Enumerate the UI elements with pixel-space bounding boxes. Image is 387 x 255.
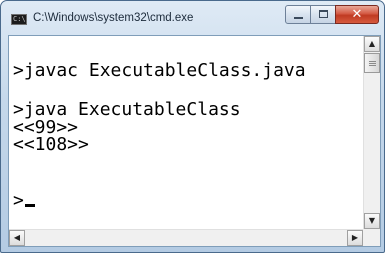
minimize-icon <box>294 17 303 19</box>
scroll-right-button[interactable]: ▶ <box>347 230 363 246</box>
scrollbar-corner <box>363 229 380 246</box>
console-line: <<108>> <box>13 134 89 155</box>
text-cursor <box>24 204 35 207</box>
grip-line <box>369 65 376 66</box>
minimize-button[interactable] <box>285 5 311 24</box>
console-line: >javac ExecutableClass.java <box>13 60 306 81</box>
scroll-down-button[interactable]: ▼ <box>364 213 380 229</box>
console-prompt-line: > <box>13 190 35 211</box>
vertical-scroll-thumb[interactable] <box>364 53 380 73</box>
window-title: C:\Windows\system32\cmd.exe <box>33 12 194 24</box>
console-area[interactable]: >javac ExecutableClass.java >java Execut… <box>8 35 381 247</box>
scroll-left-button[interactable]: ◀ <box>9 230 25 246</box>
close-button[interactable]: ✕ <box>335 5 379 24</box>
console-line: >java ExecutableClass <box>13 99 241 120</box>
cmd-app-icon-label: C:\ <box>13 15 26 23</box>
maximize-icon <box>319 10 328 18</box>
grip-line <box>369 63 376 64</box>
scroll-left-icon: ◀ <box>13 233 21 242</box>
title-bar[interactable]: C:\ C:\Windows\system32\cmd.exe ✕ <box>1 1 384 35</box>
scroll-up-icon: ▲ <box>368 39 376 48</box>
cmd-app-icon[interactable]: C:\ <box>11 14 27 25</box>
maximize-button[interactable] <box>310 5 336 24</box>
grip-line <box>369 61 376 62</box>
scroll-down-icon: ▼ <box>368 216 376 225</box>
console-output[interactable]: >javac ExecutableClass.java >java Execut… <box>11 36 363 228</box>
console-prompt: > <box>13 190 24 211</box>
console-window: C:\ C:\Windows\system32\cmd.exe ✕ >javac… <box>0 0 385 253</box>
scroll-up-button[interactable]: ▲ <box>364 36 380 52</box>
vertical-scrollbar[interactable]: ▲ ▼ <box>363 36 380 229</box>
scroll-right-icon: ▶ <box>351 233 359 242</box>
close-icon: ✕ <box>351 7 363 22</box>
horizontal-scrollbar[interactable]: ◀ ▶ <box>9 229 363 246</box>
